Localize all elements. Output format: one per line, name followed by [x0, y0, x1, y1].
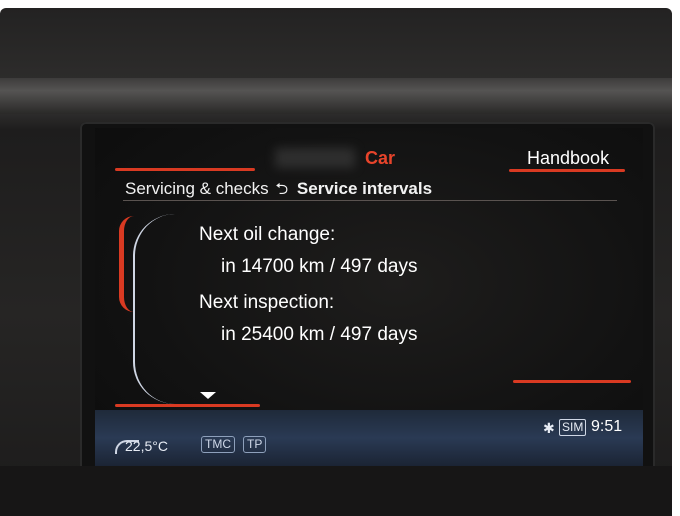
tab-car[interactable]: Car: [365, 148, 395, 169]
header-divider: [123, 200, 617, 201]
tmc-badge: TMC: [201, 436, 235, 453]
clock: 9:51: [591, 418, 623, 435]
scroll-down-icon[interactable]: [200, 392, 216, 399]
tab-underline-right: [509, 169, 625, 172]
bottom-accent-right: [513, 380, 631, 383]
inspection-label: Next inspection:: [199, 292, 335, 313]
tab-underline-left: [115, 168, 255, 171]
sim-badge: SIM: [559, 419, 587, 436]
scroll-indicator-red: [119, 216, 134, 312]
breadcrumb-parent[interactable]: Servicing & checks: [125, 179, 269, 198]
dashboard-ridge: [0, 78, 672, 114]
breadcrumb-current: Service intervals: [296, 179, 433, 198]
oil-change-label: Next oil change:: [199, 224, 336, 245]
tp-badge: TP: [243, 436, 267, 453]
oil-change-value: in 14700 km / 497 days: [221, 256, 418, 277]
scroll-arc: [133, 214, 175, 404]
blurred-tab: [275, 148, 355, 168]
bluetooth-icon: ✱: [543, 420, 555, 436]
outside-temperature: 22,5°C: [125, 438, 168, 454]
back-arrow-icon[interactable]: ⮌: [275, 181, 288, 198]
inspection-value: in 25400 km / 497 days: [221, 324, 418, 345]
status-bar: 22,5°C TMC TP ✱ SIM 9:51: [95, 410, 643, 466]
dashboard-lower: [0, 466, 672, 516]
bottom-accent-left: [115, 404, 260, 407]
tab-handbook[interactable]: Handbook: [527, 148, 609, 169]
